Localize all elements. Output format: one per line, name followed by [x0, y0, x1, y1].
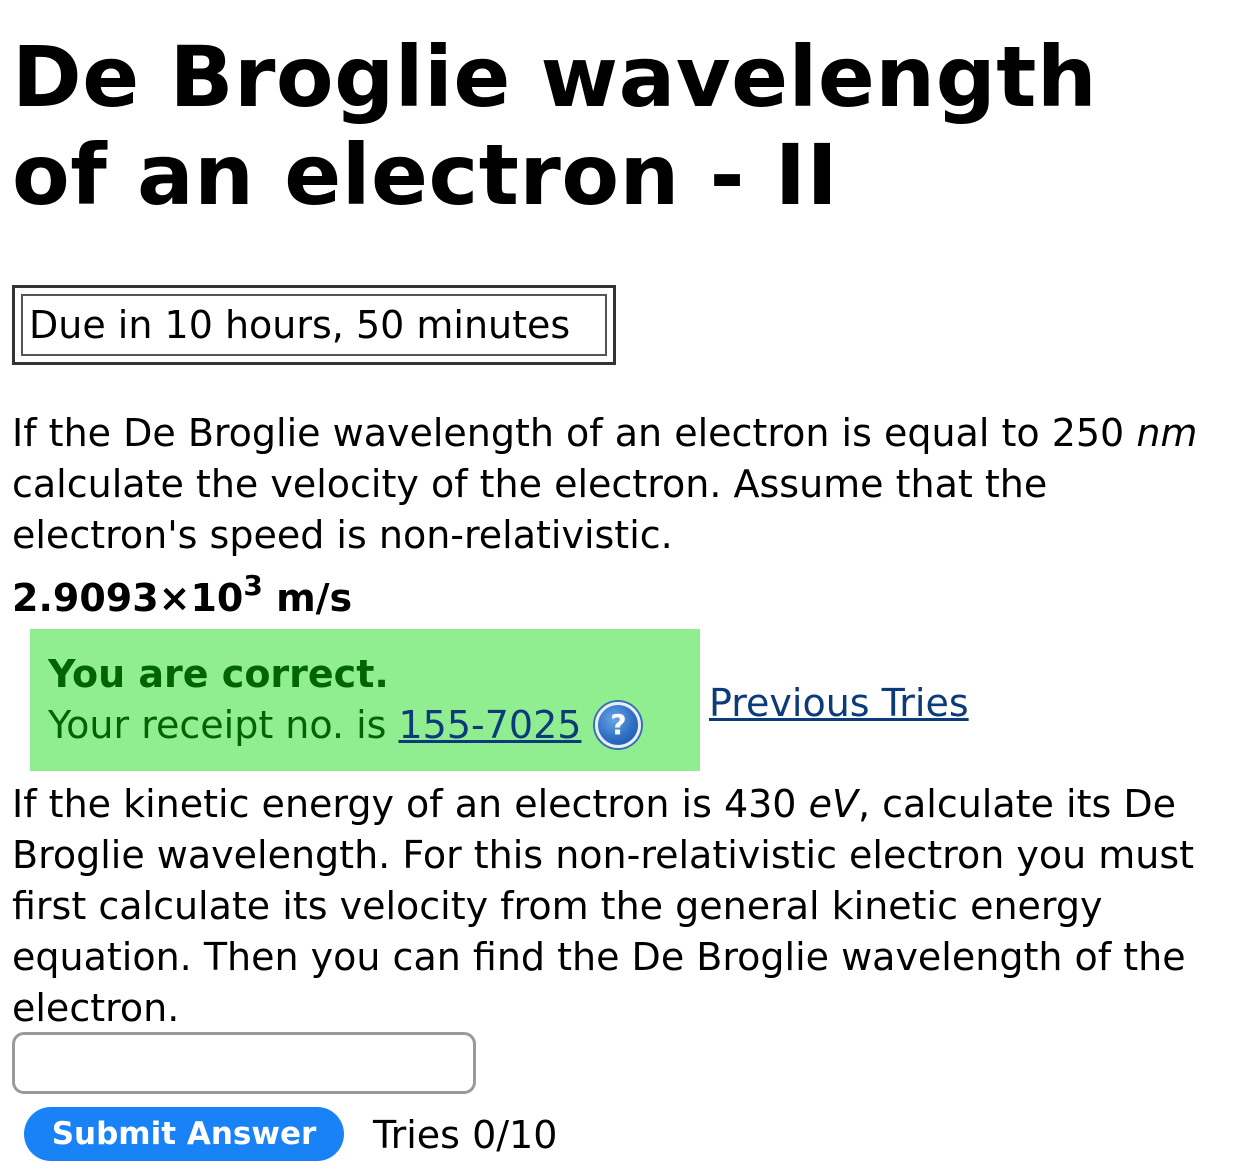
- feedback-title: You are correct.: [48, 652, 389, 696]
- question-1-text-part1: If the De Broglie wavelength of an elect…: [12, 411, 1137, 455]
- correct-feedback-box: You are correct. Your receipt no. is 155…: [30, 629, 700, 771]
- answer-input[interactable]: [12, 1032, 476, 1094]
- due-box: Due in 10 hours, 50 minutes: [12, 285, 616, 365]
- help-icon[interactable]: ?: [595, 702, 642, 748]
- receipt-label: Your receipt no. is: [48, 703, 387, 747]
- submit-answer-button[interactable]: Submit Answer: [24, 1107, 344, 1161]
- question-2-text: If the kinetic energy of an electron is …: [12, 779, 1227, 1034]
- question-2-unit: eV: [808, 782, 858, 826]
- previous-tries-link[interactable]: Previous Tries: [709, 678, 969, 728]
- due-text: Due in 10 hours, 50 minutes: [21, 294, 607, 356]
- receipt-number-link[interactable]: 155-7025: [398, 699, 581, 751]
- question-2-text-part1: If the kinetic energy of an electron is …: [12, 782, 809, 826]
- receipt-line: Your receipt no. is 155-7025 ?: [48, 699, 682, 751]
- answer-mantissa: 2.9093×10: [12, 576, 244, 620]
- answer-unit: m/s: [262, 576, 353, 620]
- question-1-text-part2: calculate the velocity of the electron. …: [12, 462, 1048, 557]
- page: De Broglie wavelength of an electron - I…: [0, 0, 1242, 1175]
- question-1-text: If the De Broglie wavelength of an elect…: [12, 408, 1227, 561]
- question-1-answer: 2.9093×103 m/s: [12, 570, 352, 626]
- answer-exponent: 3: [243, 569, 263, 603]
- page-title: De Broglie wavelength of an electron - I…: [12, 28, 1098, 224]
- question-1-unit: nm: [1136, 411, 1198, 455]
- tries-counter: Tries 0/10: [373, 1113, 558, 1157]
